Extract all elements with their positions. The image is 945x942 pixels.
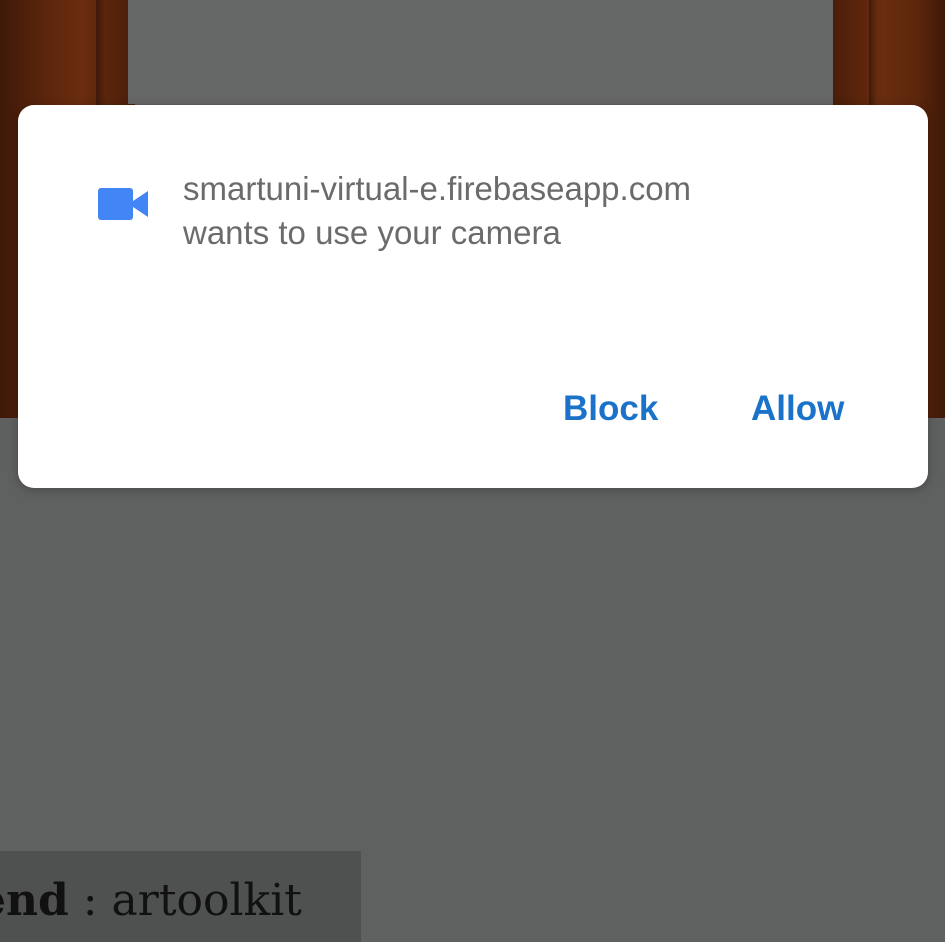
backend-info-line: end : artoolkit <box>0 875 302 927</box>
ar-info-panel: end : artoolkit <box>0 851 361 942</box>
allow-button[interactable]: Allow <box>743 383 852 435</box>
backend-separator: : <box>68 875 112 926</box>
permission-message: smartuni-virtual-e.firebaseapp.com wants… <box>183 167 883 255</box>
videocam-icon <box>98 188 148 220</box>
backend-key: end <box>0 875 69 926</box>
requesting-origin: smartuni-virtual-e.firebaseapp.com <box>183 170 692 207</box>
camera-permission-dialog: smartuni-virtual-e.firebaseapp.com wants… <box>18 105 928 488</box>
backend-value: artoolkit <box>111 875 302 926</box>
back-wall <box>128 0 840 104</box>
permission-request-text: wants to use your camera <box>183 214 561 251</box>
block-button[interactable]: Block <box>555 383 666 435</box>
